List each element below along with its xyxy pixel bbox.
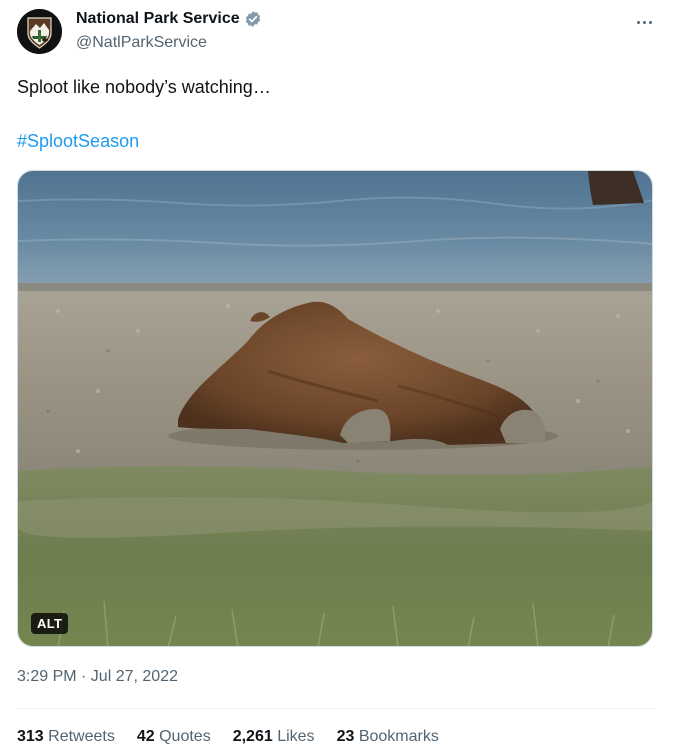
stat-bookmarks[interactable]: 23 Bookmarks xyxy=(337,728,439,746)
tweet-photo[interactable]: ALT xyxy=(17,170,653,647)
display-name[interactable]: National Park Service xyxy=(76,10,240,28)
account-name-row: National Park Service xyxy=(76,10,262,28)
bear-sploot-photo xyxy=(18,171,652,646)
more-horizontal-icon[interactable] xyxy=(632,12,656,32)
hashtag-link[interactable]: #SplootSeason xyxy=(17,131,139,152)
divider xyxy=(17,708,655,709)
account-handle[interactable]: @NatlParkService xyxy=(76,34,207,52)
avatar[interactable] xyxy=(17,9,62,54)
tweet-text: Sploot like nobody’s watching… xyxy=(17,77,271,97)
tweet: National Park Service @NatlParkService S… xyxy=(0,0,680,754)
verified-badge-icon xyxy=(244,10,262,28)
engagement-stats: 313 Retweets 42 Quotes 2,261 Likes 23 Bo… xyxy=(17,728,439,746)
alt-text-badge[interactable]: ALT xyxy=(31,613,69,634)
stat-quotes[interactable]: 42 Quotes xyxy=(137,728,211,746)
stat-retweets[interactable]: 313 Retweets xyxy=(17,728,115,746)
nps-arrowhead-logo-icon xyxy=(17,9,62,54)
tweet-timestamp[interactable]: 3:29 PM · Jul 27, 2022 xyxy=(17,668,178,686)
stat-likes[interactable]: 2,261 Likes xyxy=(233,728,315,746)
